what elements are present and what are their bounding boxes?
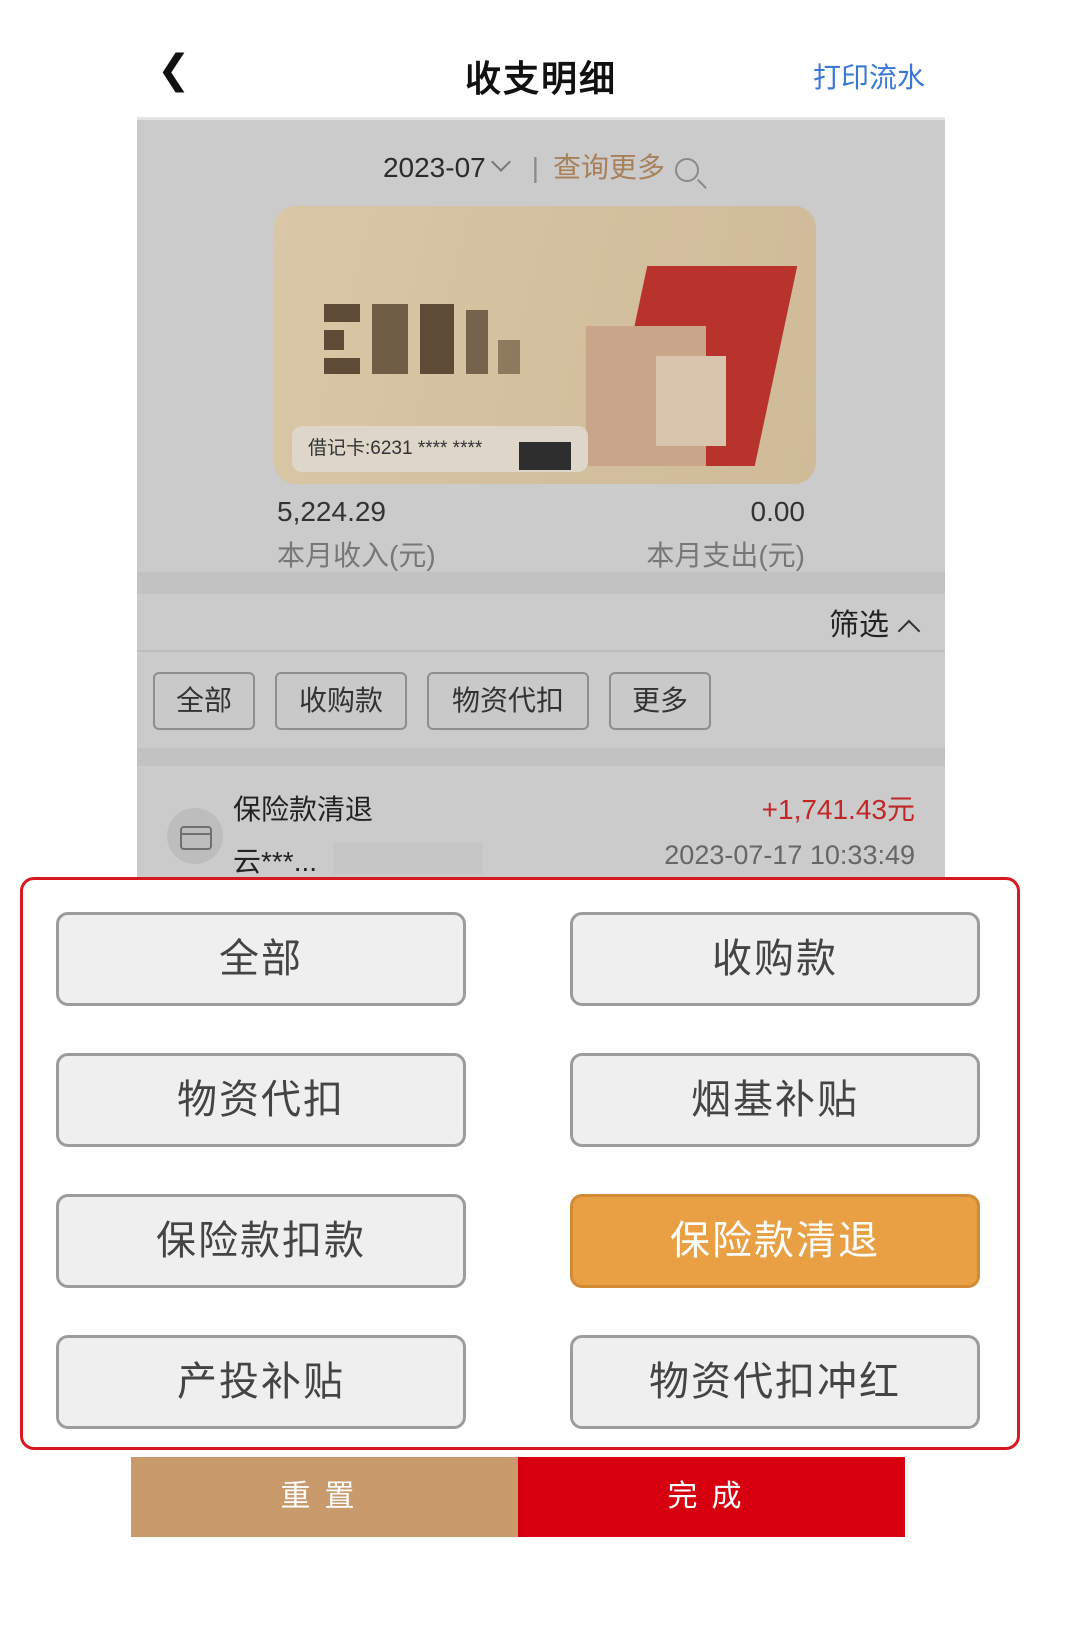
option-purchase[interactable]: 收购款 [570, 912, 980, 1006]
chip-all[interactable]: 全部 [153, 672, 255, 730]
card-logo-pixelated [324, 304, 524, 374]
print-statement-link[interactable]: 打印流水 [813, 56, 925, 96]
filter-options-panel: 全部 收购款 物资代扣 烟基补贴 保险款扣款 保险款清退 产投补贴 物资代扣冲红 [20, 877, 1020, 1450]
section-divider [137, 572, 945, 594]
transaction-title: 保险款清退 [233, 794, 374, 825]
option-tobacco-subsidy[interactable]: 烟基补贴 [570, 1053, 980, 1147]
monthly-income-label: 本月收入(元) [277, 540, 436, 571]
chevron-up-icon [897, 619, 921, 643]
query-more-link[interactable]: 查询更多 [553, 152, 665, 183]
filter-header: 筛选 [137, 594, 945, 652]
counterparty-blur [333, 842, 483, 874]
option-investment-subsidy[interactable]: 产投补贴 [56, 1335, 466, 1429]
option-insurance-deduction[interactable]: 保险款扣款 [56, 1194, 466, 1288]
query-separator: | [531, 152, 540, 183]
monthly-expense-label: 本月支出(元) [646, 540, 805, 571]
option-all[interactable]: 全部 [56, 912, 466, 1006]
card-icon [167, 808, 223, 864]
option-material-deduction[interactable]: 物资代扣 [56, 1053, 466, 1147]
bank-card-image: 借记卡:6231 **** **** [274, 206, 816, 484]
chip-purchase[interactable]: 收购款 [275, 672, 407, 730]
reset-button[interactable]: 重置 [131, 1457, 518, 1537]
option-material-deduction-reversal[interactable]: 物资代扣冲红 [570, 1335, 980, 1429]
search-icon[interactable] [675, 157, 700, 182]
option-insurance-refund[interactable]: 保险款清退 [570, 1194, 980, 1288]
transaction-time: 2023-07-17 10:33:49 [664, 840, 915, 870]
chip-more[interactable]: 更多 [609, 672, 711, 730]
monthly-expense-value: 0.00 [750, 496, 806, 527]
transaction-counterparty: 云***... [233, 846, 318, 877]
chevron-down-icon[interactable] [490, 152, 511, 172]
monthly-income-value: 5,224.29 [277, 496, 386, 527]
card-redaction-block [519, 442, 571, 470]
done-button[interactable]: 完成 [518, 1457, 905, 1537]
filter-toggle-label: 筛选 [829, 609, 889, 642]
top-nav-bar: ❮ 收支明细 打印流水 [137, 30, 945, 118]
page-content-dimmed: 2023-07 | 查询更多 借记卡:6231 **** **** 5,224.29… [137, 120, 945, 920]
card-art-pixelated [566, 236, 798, 476]
month-selector[interactable]: 2023-07 [383, 152, 486, 183]
transaction-amount: +1,741.43元 [761, 794, 915, 825]
query-row: 2023-07 | 查询更多 [137, 146, 945, 186]
chip-material-deduction[interactable]: 物资代扣 [427, 672, 589, 730]
list-divider [137, 748, 945, 766]
filter-toggle[interactable]: 筛选 [829, 600, 921, 644]
